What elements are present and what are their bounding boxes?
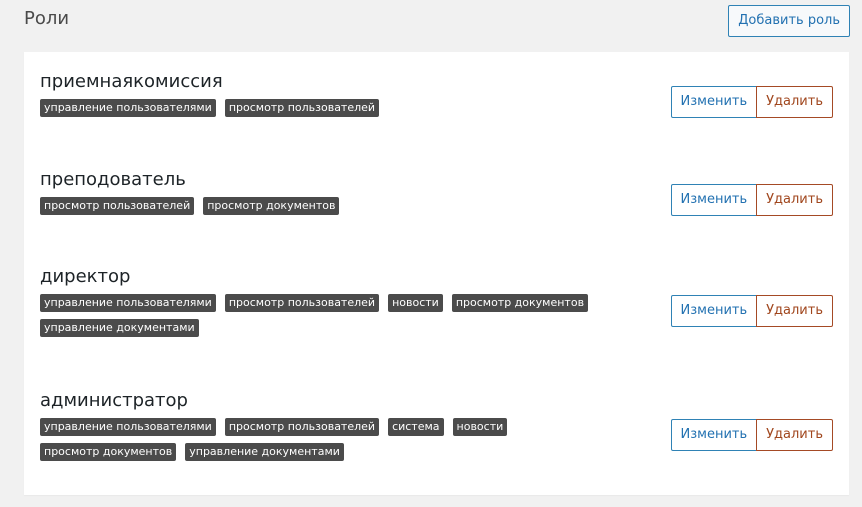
permission-tag: просмотр пользователей bbox=[40, 197, 195, 215]
page-header: Роли Добавить роль bbox=[24, 0, 850, 44]
edit-role-button[interactable]: Изменить bbox=[670, 86, 758, 118]
delete-role-button[interactable]: Удалить bbox=[756, 295, 833, 327]
role-name: преподователь bbox=[40, 169, 186, 190]
permission-tag: просмотр документов bbox=[203, 197, 340, 215]
delete-role-button[interactable]: Удалить bbox=[756, 184, 833, 216]
permission-tag: просмотр пользователей bbox=[224, 418, 380, 436]
permission-tag: система bbox=[388, 418, 444, 436]
edit-role-button[interactable]: Изменить bbox=[670, 184, 758, 216]
role-item: приемнаякомиссия управление пользователя… bbox=[24, 71, 849, 151]
permission-tag: управление пользователями bbox=[40, 99, 216, 117]
permission-tags: просмотр пользователей просмотр документ… bbox=[40, 197, 640, 215]
permission-tag: новости bbox=[388, 294, 443, 312]
permission-tag: просмотр пользователей bbox=[224, 294, 380, 312]
page-title: Роли bbox=[24, 8, 70, 29]
permission-tag: управление пользователями bbox=[40, 294, 216, 312]
edit-role-button[interactable]: Изменить bbox=[670, 419, 758, 451]
edit-role-button[interactable]: Изменить bbox=[670, 295, 758, 327]
role-actions: Изменить Удалить bbox=[670, 419, 833, 451]
permission-tag: просмотр документов bbox=[40, 443, 177, 461]
permission-tag: просмотр пользователей bbox=[224, 99, 380, 117]
permission-tag: просмотр документов bbox=[451, 294, 589, 312]
role-actions: Изменить Удалить bbox=[670, 86, 833, 118]
permission-tag: управление пользователями bbox=[40, 418, 216, 436]
permission-tag: управление документами bbox=[185, 443, 344, 461]
roles-list: приемнаякомиссия управление пользователя… bbox=[24, 52, 849, 495]
permission-tags: управление пользователями просмотр польз… bbox=[40, 99, 640, 117]
permission-tags: управление пользователями просмотр польз… bbox=[40, 418, 640, 461]
role-item: директор управление пользователями просм… bbox=[24, 266, 849, 366]
role-actions: Изменить Удалить bbox=[670, 295, 833, 327]
permission-tags: управление пользователями просмотр польз… bbox=[40, 294, 640, 337]
delete-role-button[interactable]: Удалить bbox=[756, 419, 833, 451]
role-name: администратор bbox=[40, 390, 188, 411]
role-item: администратор управление пользователями … bbox=[24, 390, 849, 490]
delete-role-button[interactable]: Удалить bbox=[756, 86, 833, 118]
permission-tag: управление документами bbox=[40, 319, 199, 337]
role-actions: Изменить Удалить bbox=[670, 184, 833, 216]
role-name: приемнаякомиссия bbox=[40, 71, 223, 92]
role-name: директор bbox=[40, 266, 131, 287]
permission-tag: новости bbox=[452, 418, 508, 436]
role-item: преподователь просмотр пользователей про… bbox=[24, 169, 849, 249]
add-role-button[interactable]: Добавить роль bbox=[728, 5, 850, 37]
